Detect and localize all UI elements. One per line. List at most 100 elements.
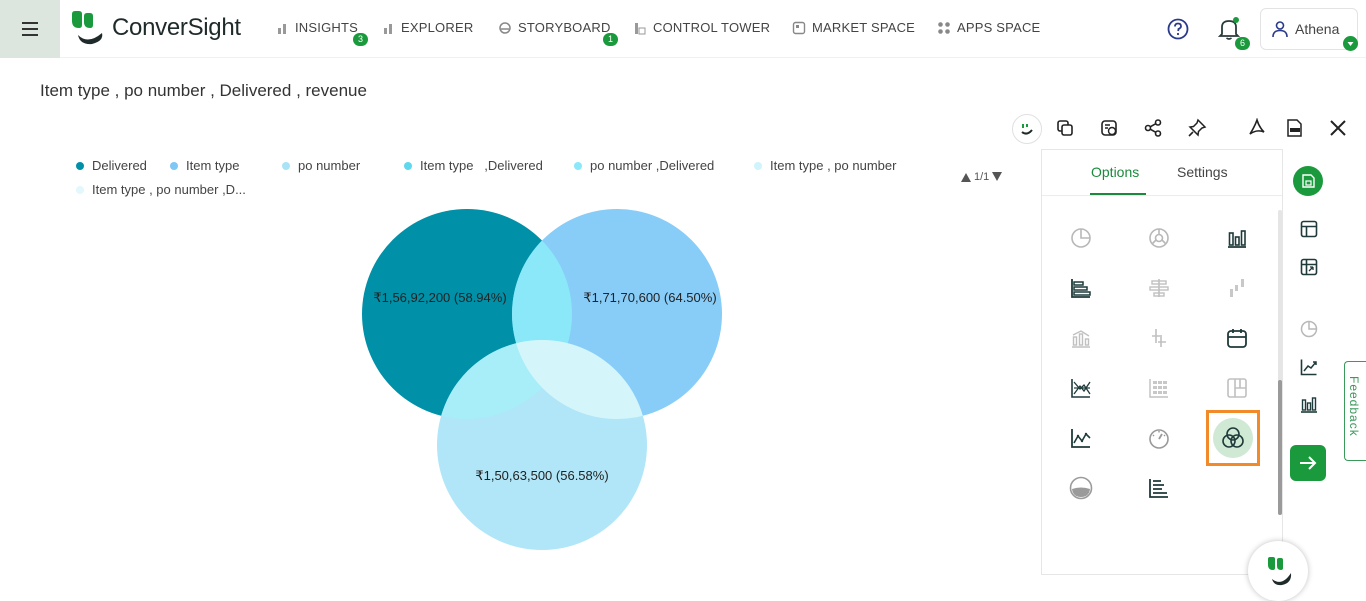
- close-icon: [1330, 120, 1346, 136]
- venn-value-label: ₹1,56,92,200 (58.94%): [373, 290, 506, 305]
- legend-swatch: [282, 161, 290, 170]
- nav-storyboard[interactable]: STORYBOARD: [498, 20, 611, 35]
- selected-circle: [1213, 418, 1253, 458]
- nav-label: STORYBOARD: [518, 20, 611, 35]
- pager-text: 1/1: [974, 171, 990, 183]
- legend-item[interactable]: po number: [282, 158, 360, 173]
- export-xlsx-button[interactable]: [1280, 114, 1308, 142]
- line-chart-icon[interactable]: [1065, 422, 1097, 454]
- liquid-gauge-icon[interactable]: [1065, 472, 1097, 504]
- legend-label: po number: [298, 158, 361, 173]
- nav-label: EXPLORER: [401, 20, 474, 35]
- page-title: Item type , po number , Delivered , reve…: [40, 81, 367, 100]
- copy-icon: [1057, 120, 1073, 136]
- user-dropdown-badge[interactable]: [1343, 36, 1358, 51]
- legend-item[interactable]: Item type ,Delivered: [404, 158, 543, 173]
- assistant-logo-icon: [1268, 557, 1292, 586]
- legend-item[interactable]: Item type , po number ,D...: [76, 182, 246, 197]
- tab-settings[interactable]: Settings: [1177, 164, 1228, 180]
- conversight-logo-icon: [72, 11, 103, 45]
- combo-chart-icon[interactable]: [1065, 322, 1097, 354]
- waterfall-icon[interactable]: [1221, 272, 1253, 304]
- nav-explorer[interactable]: EXPLORER: [383, 20, 473, 35]
- legend-swatch: [76, 161, 84, 170]
- matrix-icon[interactable]: [1143, 372, 1175, 404]
- menu-button[interactable]: [0, 0, 60, 58]
- chart-options-panel: Options Settings: [1041, 149, 1283, 575]
- tower-icon: [635, 22, 646, 34]
- treemap-icon[interactable]: [1221, 372, 1253, 404]
- duplicate-button[interactable]: [1051, 114, 1079, 142]
- panel-scrollbar-thumb[interactable]: [1278, 380, 1282, 515]
- nav-insights[interactable]: INSIGHTS: [277, 20, 358, 35]
- venn-value-label: ₹1,50,63,500 (56.58%): [475, 468, 608, 483]
- legend-label: Delivered: [92, 158, 147, 173]
- caret-down-icon: [1347, 42, 1354, 46]
- feedback-tab[interactable]: Feedback: [1344, 361, 1366, 461]
- notifications-badge: 6: [1235, 37, 1250, 50]
- nav-label: CONTROL TOWER: [653, 20, 771, 35]
- error-bar-icon[interactable]: [1143, 322, 1175, 354]
- nav-market-space[interactable]: MARKET SPACE: [792, 20, 915, 35]
- schedule-icon: [1101, 120, 1117, 136]
- multi-line-icon[interactable]: [1065, 372, 1097, 404]
- conversight-assistant-fab[interactable]: [1248, 541, 1308, 601]
- donut-chart-icon[interactable]: [1143, 222, 1175, 254]
- pie-chart-icon: [1300, 320, 1318, 338]
- save-button[interactable]: [1293, 166, 1323, 196]
- storyboard-badge: 1: [603, 33, 618, 46]
- venn-diagram-option[interactable]: [1206, 410, 1260, 466]
- table-view-button[interactable]: [1295, 215, 1323, 243]
- trend-chart-icon: [1300, 359, 1317, 376]
- legend-item[interactable]: po number ,Delivered: [574, 158, 714, 173]
- share-icon: [1144, 119, 1162, 137]
- logo[interactable]: ConverSight: [70, 11, 241, 45]
- legend-swatch: [76, 185, 84, 194]
- tab-options[interactable]: Options: [1091, 164, 1139, 180]
- assistant-button[interactable]: [1012, 114, 1042, 144]
- help-icon: [1167, 18, 1189, 40]
- calendar-icon[interactable]: [1221, 322, 1253, 354]
- gauge-icon[interactable]: [1143, 422, 1175, 454]
- column-chart-icon[interactable]: [1221, 222, 1253, 254]
- table-icon: [1300, 220, 1318, 238]
- legend-swatch: [574, 161, 582, 170]
- pin-button[interactable]: [1183, 114, 1211, 142]
- trend-view-button[interactable]: [1295, 353, 1323, 381]
- pivot-view-button[interactable]: [1295, 253, 1323, 281]
- pdf-icon: [1249, 118, 1265, 135]
- triangle-up-icon[interactable]: [960, 171, 972, 183]
- legend-label: Item type , po number ,D...: [92, 182, 246, 197]
- apply-button[interactable]: [1290, 445, 1326, 481]
- assistant-icon: [1021, 124, 1033, 135]
- legend-item[interactable]: Delivered: [76, 158, 147, 173]
- insights-badge: 3: [353, 33, 368, 46]
- nav-label: MARKET SPACE: [812, 20, 916, 35]
- legend-pager: 1/1: [960, 171, 1003, 183]
- pie-chart-icon[interactable]: [1065, 222, 1097, 254]
- tab-underline: [1090, 193, 1146, 195]
- legend-item[interactable]: Item type: [170, 158, 239, 173]
- diverging-bar-icon[interactable]: [1143, 272, 1175, 304]
- export-pdf-button[interactable]: [1243, 114, 1271, 142]
- nav-control-tower[interactable]: CONTROL TOWER: [633, 20, 770, 35]
- triangle-down-icon[interactable]: [991, 171, 1003, 183]
- user-name: Athena: [1295, 21, 1340, 37]
- bar-chart-icon[interactable]: [1065, 272, 1097, 304]
- legend-label: Item type , po number: [770, 158, 897, 173]
- stacked-bar-icon[interactable]: [1143, 472, 1175, 504]
- legend-swatch: [754, 161, 762, 170]
- venn-chart: ₹1,56,92,200 (58.94%) ₹1,71,70,600 (64.50…: [362, 209, 722, 550]
- help-button[interactable]: [1167, 18, 1189, 44]
- legend-item[interactable]: Item type , po number: [754, 158, 896, 173]
- share-button[interactable]: [1139, 114, 1167, 142]
- bar-icon: [278, 23, 286, 34]
- nav-label: INSIGHTS: [295, 20, 358, 35]
- schedule-button[interactable]: [1095, 114, 1123, 142]
- close-button[interactable]: [1324, 114, 1352, 142]
- venn-diagram-icon: [1222, 427, 1244, 448]
- top-bar: ConverSight INSIGHTS 3 EXPLORER STORYBOA…: [0, 0, 1366, 58]
- nav-apps-space[interactable]: APPS SPACE: [937, 20, 1040, 35]
- pie-view-button[interactable]: [1295, 315, 1323, 343]
- column-view-button[interactable]: [1295, 390, 1323, 418]
